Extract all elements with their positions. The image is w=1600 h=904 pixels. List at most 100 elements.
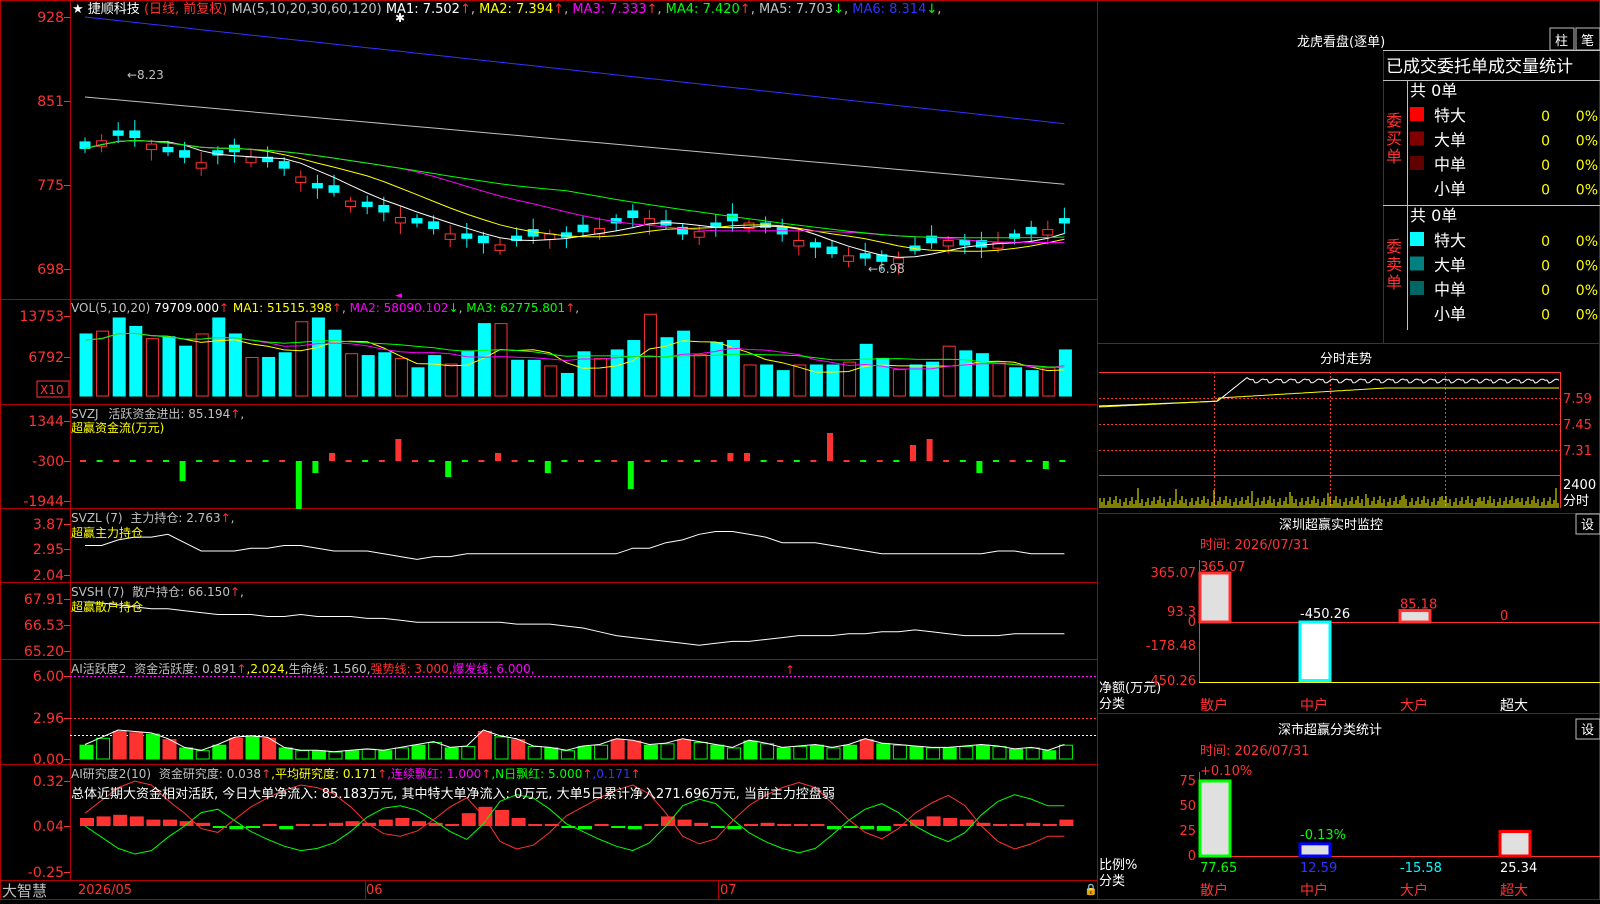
volume-bar[interactable] — [145, 338, 159, 397]
volume-bar[interactable] — [394, 357, 408, 397]
candle[interactable] — [511, 227, 523, 247]
volume-bar[interactable] — [378, 352, 392, 397]
volume-bar[interactable] — [129, 325, 143, 397]
volume-bar[interactable] — [411, 367, 425, 397]
candle[interactable] — [145, 139, 157, 161]
volume-bar[interactable] — [560, 372, 574, 397]
candle[interactable] — [793, 229, 805, 256]
candle[interactable] — [1042, 220, 1054, 245]
volume-bar[interactable] — [162, 336, 176, 397]
volume-bar[interactable] — [179, 345, 193, 397]
candle[interactable] — [228, 138, 240, 163]
candle[interactable] — [710, 214, 722, 237]
volume-bar[interactable] — [1058, 349, 1072, 397]
volume-bar[interactable] — [1025, 370, 1039, 397]
candle[interactable] — [195, 151, 207, 176]
volume-bar[interactable] — [361, 355, 375, 397]
candle[interactable] — [212, 146, 224, 165]
volume-bar[interactable] — [79, 333, 93, 397]
candle[interactable] — [129, 119, 141, 147]
szstat-chart[interactable]: 75 50 25 0 +0.10% -0.13% 77.65 散户 12.59 中户 -15.58 大… — [1179, 764, 1600, 899]
volume-bar[interactable] — [793, 364, 807, 397]
ai-activity-chart[interactable] — [70, 676, 1097, 760]
candle[interactable] — [245, 148, 257, 168]
candle[interactable] — [345, 196, 357, 213]
candle[interactable] — [494, 238, 506, 255]
candle[interactable] — [394, 206, 406, 234]
volume-bar[interactable] — [992, 362, 1006, 397]
volume-bar[interactable] — [776, 370, 790, 397]
volume-bar[interactable] — [428, 355, 442, 397]
volume-bar[interactable] — [843, 361, 857, 397]
volume-bar[interactable] — [527, 359, 541, 397]
candle[interactable] — [96, 134, 108, 153]
candle[interactable] — [577, 216, 589, 237]
volume-bar[interactable] — [693, 354, 707, 397]
volume-bar[interactable] — [1042, 367, 1056, 397]
svsh-chart[interactable] — [85, 602, 1065, 646]
volume-bar[interactable] — [444, 363, 458, 397]
volume-bar[interactable] — [859, 343, 873, 397]
favorite-star-icon[interactable]: ★ — [72, 2, 84, 17]
candle[interactable] — [1058, 207, 1070, 234]
volume-bar[interactable] — [809, 364, 823, 397]
candle[interactable] — [909, 237, 921, 255]
volume-bar[interactable] — [112, 317, 126, 397]
volume-bar[interactable] — [909, 364, 923, 397]
candlestick-chart[interactable] — [79, 16, 1070, 275]
volume-bar[interactable] — [975, 353, 989, 397]
volume-bar[interactable] — [494, 323, 508, 397]
candle[interactable] — [361, 195, 373, 215]
candle[interactable] — [79, 137, 91, 153]
volume-bar[interactable] — [610, 349, 624, 397]
svzj-chart[interactable] — [80, 433, 1066, 509]
volume-chart[interactable] — [79, 313, 1072, 397]
volume-bar[interactable] — [643, 313, 657, 397]
candle[interactable] — [826, 240, 838, 259]
candle[interactable] — [262, 146, 274, 168]
volume-bar[interactable] — [311, 317, 325, 397]
candle[interactable] — [411, 214, 423, 228]
volume-bar[interactable] — [892, 369, 906, 397]
volume-bar[interactable] — [876, 357, 890, 397]
candle[interactable] — [477, 231, 489, 254]
volume-bar[interactable] — [1009, 367, 1023, 397]
candle[interactable] — [1025, 220, 1037, 242]
candle[interactable] — [328, 174, 340, 197]
volume-bar[interactable] — [511, 359, 525, 397]
candle[interactable] — [295, 170, 307, 192]
volume-bar[interactable] — [743, 364, 757, 397]
intraday-chart[interactable]: 7.59 7.45 7.31 2400分时 — [1098, 372, 1596, 509]
volume-bar[interactable] — [959, 350, 973, 397]
volume-bar[interactable] — [295, 321, 309, 397]
candle[interactable] — [560, 226, 572, 249]
volume-bar[interactable] — [826, 364, 840, 397]
volume-bar[interactable] — [245, 356, 259, 397]
volume-bar[interactable] — [942, 345, 956, 397]
candle[interactable] — [809, 238, 821, 259]
chart-canvas[interactable]: 928 851 775 698 13753 6792 1344 -300 -1944 3.87 2.… — [0, 0, 1600, 900]
candle[interactable] — [444, 225, 456, 248]
volume-bar[interactable] — [627, 340, 641, 397]
volume-bar[interactable] — [228, 333, 242, 397]
volume-bar[interactable] — [96, 330, 110, 397]
period-label[interactable]: (日线, 前复权) — [144, 1, 227, 17]
candle[interactable] — [311, 174, 323, 199]
lock-icon[interactable]: 🔒 — [1084, 883, 1098, 896]
candle[interactable] — [677, 222, 689, 240]
volume-bar[interactable] — [212, 317, 226, 397]
volume-bar[interactable] — [328, 329, 342, 397]
candle[interactable] — [112, 122, 124, 143]
candle[interactable] — [843, 247, 855, 268]
volume-bar[interactable] — [760, 364, 774, 397]
volume-bar[interactable] — [926, 361, 940, 397]
candle[interactable] — [776, 218, 788, 242]
volume-bar[interactable] — [345, 353, 359, 397]
volume-bar[interactable] — [195, 333, 209, 397]
volume-bar[interactable] — [278, 352, 292, 397]
svzl-chart[interactable] — [85, 531, 1065, 560]
szmon-chart[interactable]: 365.0793.30-178.48-450.26365.07散户-450.26… — [1146, 560, 1600, 714]
volume-bar[interactable] — [262, 356, 276, 397]
volume-bar[interactable] — [594, 357, 608, 397]
volume-bar[interactable] — [461, 350, 475, 397]
